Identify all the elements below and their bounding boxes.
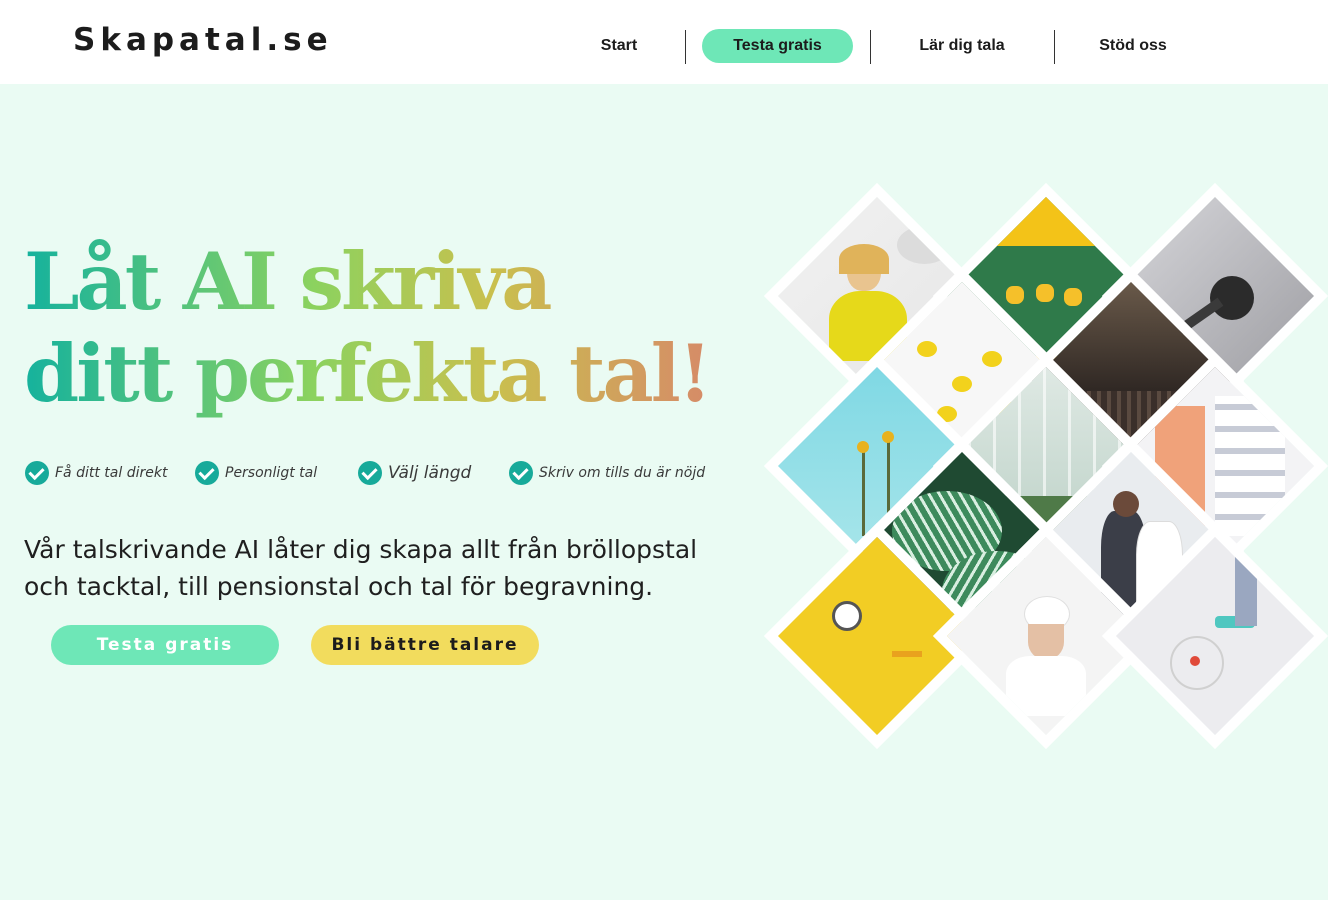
feature-item: Personligt tal	[195, 460, 317, 486]
nav-start[interactable]: Start	[584, 29, 654, 65]
check-icon	[25, 461, 49, 485]
hero-description: Vår talskrivande AI låter dig skapa allt…	[24, 535, 698, 601]
nav-divider	[685, 30, 686, 64]
hero-headline: Låt AI skriva ditt perfekta tal!	[24, 236, 744, 420]
nav-divider	[1054, 30, 1055, 64]
bli-battre-talare-button[interactable]: Bli bättre talare	[311, 625, 539, 665]
feature-label: Personligt tal	[225, 465, 318, 481]
check-icon	[358, 461, 382, 485]
nav-testa-gratis[interactable]: Testa gratis	[702, 29, 853, 63]
feature-label: Välj längd	[388, 463, 472, 483]
photo-collage	[763, 182, 1328, 750]
nav-divider	[870, 30, 871, 64]
feature-label: Få ditt tal direkt	[55, 465, 168, 481]
testa-gratis-button[interactable]: Testa gratis	[51, 625, 279, 665]
site-header: Skapatal.se Start Testa gratis Lär dig t…	[0, 0, 1328, 84]
feature-item: Välj längd	[358, 460, 471, 486]
check-icon	[509, 461, 533, 485]
site-logo[interactable]: Skapatal.se	[73, 22, 333, 58]
feature-label: Skriv om tills du är nöjd	[539, 465, 706, 481]
check-icon	[195, 461, 219, 485]
feature-item: Få ditt tal direkt	[25, 460, 167, 486]
nav-lar-dig-tala[interactable]: Lär dig tala	[902, 29, 1022, 65]
nav-stod-oss[interactable]: Stöd oss	[1090, 29, 1176, 65]
headline-line-1: Låt AI skriva	[24, 236, 744, 328]
headline-line-2: ditt perfekta tal!	[24, 328, 744, 420]
feature-item: Skriv om tills du är nöjd	[509, 460, 705, 486]
